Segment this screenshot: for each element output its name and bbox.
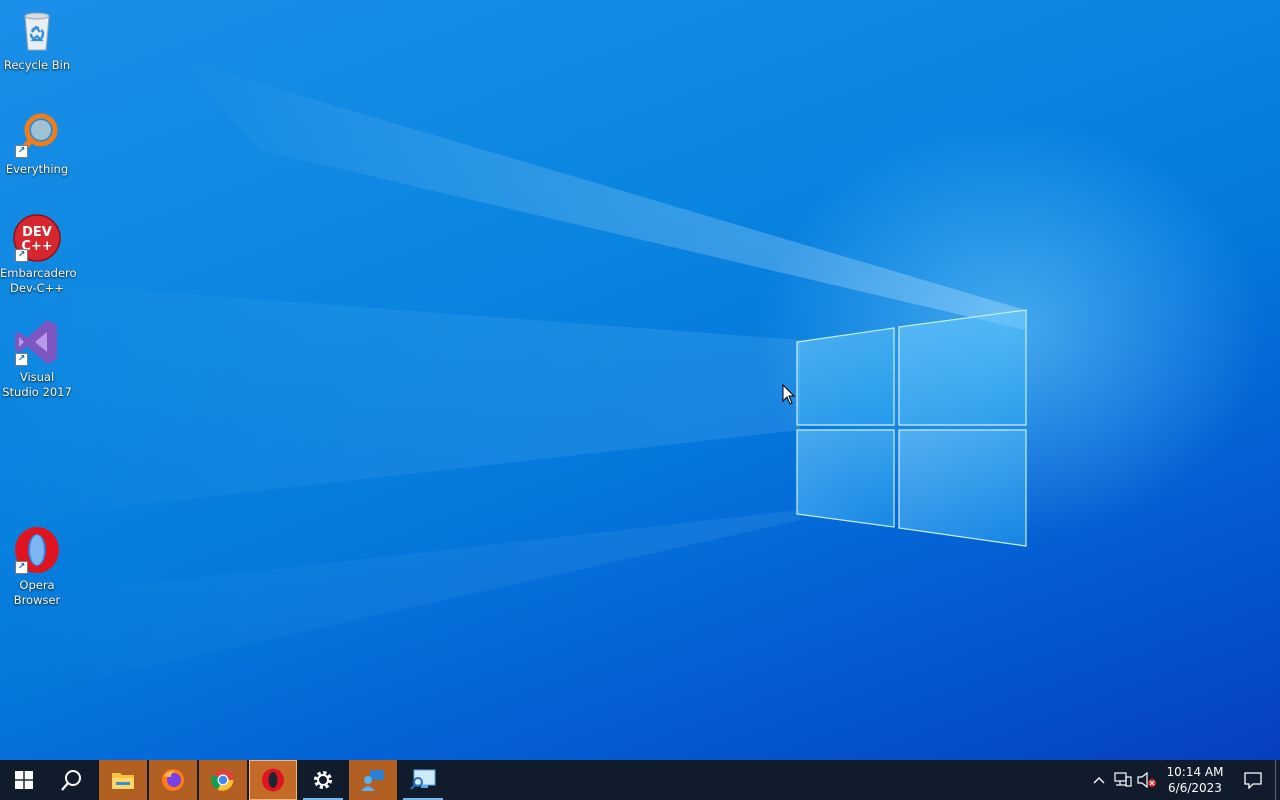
clock-date: 6/6/2023 — [1168, 781, 1222, 795]
desktop-icon-recycle-bin[interactable]: Recycle Bin — [0, 6, 74, 73]
search-icon — [61, 770, 81, 791]
chrome-icon — [211, 769, 234, 791]
svg-text:DEV: DEV — [22, 225, 52, 240]
taskbar-remote-desktop[interactable] — [399, 760, 447, 800]
mouse-cursor-icon — [782, 384, 796, 405]
network-status[interactable] — [1111, 760, 1135, 800]
firefox-icon — [162, 769, 184, 791]
show-hidden-icons-button[interactable] — [1087, 760, 1111, 800]
shortcut-arrow-icon: ↗ — [15, 353, 28, 366]
desktop-icon-label: Visual Studio 2017 — [2, 370, 72, 399]
users-icon — [361, 770, 384, 791]
chevron-up-icon — [1093, 777, 1105, 784]
opera-icon: ↗ — [13, 526, 61, 574]
action-center-button[interactable] — [1231, 760, 1275, 800]
taskbar-chrome[interactable] — [199, 760, 247, 800]
volume-control[interactable] — [1135, 760, 1159, 800]
recycle-bin-icon — [13, 6, 61, 54]
windows-logo-wallpaper — [796, 309, 1027, 547]
visual-studio-icon: ↗ — [13, 318, 61, 366]
desktop-icon-label: Embarcadero Dev-C++ — [0, 266, 77, 295]
show-desktop-button[interactable] — [1275, 760, 1280, 800]
taskbar-firefox[interactable] — [149, 760, 197, 800]
desktop-icon-visual-studio[interactable]: ↗ Visual Studio 2017 — [0, 318, 74, 400]
desktop-icon-dev-cpp[interactable]: DEV C++ ↗ Embarcadero Dev-C++ — [0, 214, 77, 296]
start-button[interactable] — [0, 760, 48, 800]
taskbar-file-explorer[interactable] — [99, 760, 147, 800]
gear-icon — [314, 771, 332, 789]
desktop-icon-everything[interactable]: ↗ Everything — [0, 110, 74, 177]
search-button[interactable] — [48, 760, 96, 800]
system-clock[interactable]: 10:14 AM 6/6/2023 — [1159, 764, 1231, 796]
taskbar: 10:14 AM 6/6/2023 — [0, 760, 1280, 800]
monitor-search-icon — [410, 769, 436, 790]
opera-icon — [262, 768, 284, 792]
desktop[interactable]: Recycle Bin ↗ Everything DEV C++ ↗ Embar… — [0, 0, 1280, 760]
taskbar-settings[interactable] — [299, 760, 347, 800]
shortcut-arrow-icon: ↗ — [15, 145, 28, 158]
desktop-icon-opera[interactable]: ↗ Opera Browser — [0, 526, 74, 608]
network-icon — [1114, 772, 1132, 787]
taskbar-remote-users[interactable] — [349, 760, 397, 800]
shortcut-arrow-icon: ↗ — [15, 561, 28, 574]
volume-muted-icon — [1137, 772, 1156, 788]
desktop-icon-label: Everything — [5, 162, 69, 176]
folder-icon — [112, 773, 134, 789]
everything-search-icon: ↗ — [13, 110, 61, 158]
desktop-icon-label: Opera Browser — [13, 578, 61, 607]
desktop-icon-label: Recycle Bin — [3, 58, 71, 72]
clock-time: 10:14 AM — [1166, 765, 1224, 779]
wallpaper-light-beams — [0, 60, 1025, 700]
windows-start-icon — [15, 771, 33, 789]
dev-cpp-icon: DEV C++ ↗ — [13, 214, 61, 262]
system-tray: 10:14 AM 6/6/2023 — [1087, 760, 1280, 800]
shortcut-arrow-icon: ↗ — [15, 249, 28, 262]
taskbar-opera[interactable] — [249, 760, 297, 800]
notification-icon — [1244, 772, 1262, 789]
